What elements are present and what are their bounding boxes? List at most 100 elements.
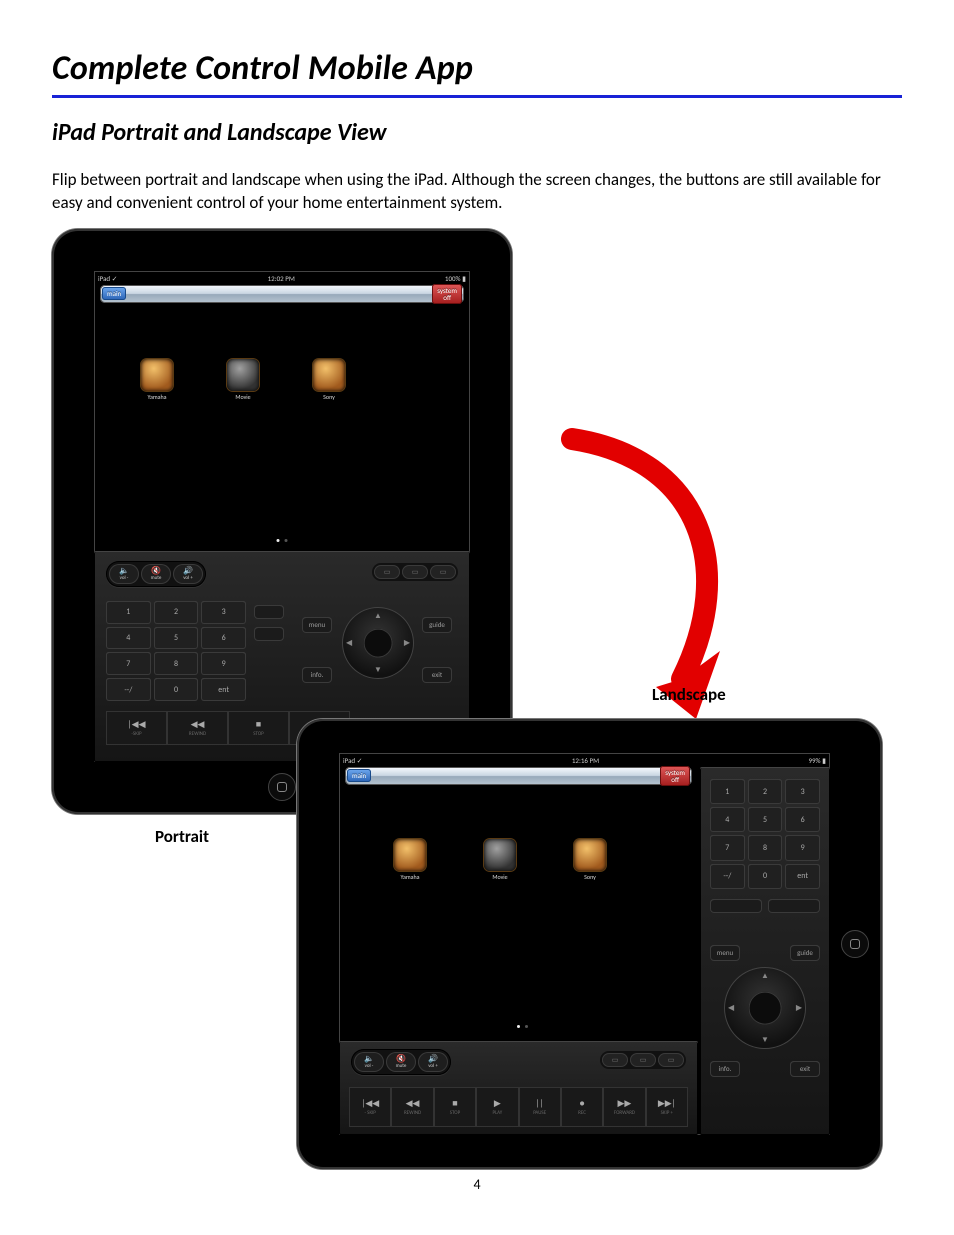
main-button[interactable]: main — [102, 287, 126, 300]
key-8[interactable]: 8 — [748, 835, 783, 860]
volume-group: 🔈 vol - 🔇 mute 🔊 vol + — [106, 561, 206, 587]
key-4[interactable]: 4 — [710, 807, 745, 832]
play-button[interactable]: ▶ PLAY — [476, 1087, 518, 1127]
system-off-button[interactable]: system off — [432, 284, 462, 304]
skip-back-button[interactable]: |◀◀ - SKIP — [349, 1087, 391, 1127]
vol-up-button[interactable]: 🔊 vol + — [173, 564, 203, 584]
mute-button[interactable]: 🔇 mute — [141, 564, 171, 584]
key-3[interactable]: 3 — [785, 779, 820, 804]
dpad[interactable]: ▲ ▼ ◀ ▶ — [724, 967, 806, 1049]
flat-key-a[interactable] — [710, 899, 762, 913]
key-0[interactable]: 0 — [154, 678, 199, 701]
status-center: 12:02 PM — [268, 274, 295, 283]
device-movie[interactable]: Movie — [226, 359, 260, 401]
exit-button[interactable]: exit — [422, 667, 452, 683]
key-6[interactable]: 6 — [785, 807, 820, 832]
key-ent[interactable]: ent — [785, 864, 820, 889]
vol-down-button[interactable]: 🔈 vol - — [109, 564, 139, 584]
key-dash[interactable]: --/ — [710, 864, 745, 889]
key-5[interactable]: 5 — [748, 807, 783, 832]
skip-back-button[interactable]: |◀◀ -SKIP — [106, 711, 167, 745]
flat-key-a[interactable] — [254, 605, 284, 619]
system-off-button[interactable]: system off — [660, 766, 690, 786]
rewind-button[interactable]: ◀◀ REWIND — [167, 711, 228, 745]
key-5[interactable]: 5 — [154, 627, 199, 650]
key-1[interactable]: 1 — [710, 779, 745, 804]
stop-button[interactable]: ■ STOP — [228, 711, 289, 745]
key-dash[interactable]: --/ — [106, 678, 151, 701]
key-3[interactable]: 3 — [201, 601, 246, 624]
volume-group: 🔈 vol - 🔇 mute 🔊 vol + — [351, 1049, 451, 1075]
record-button[interactable]: ● REC — [561, 1087, 603, 1127]
aux-button-3[interactable]: ▭ — [658, 1053, 684, 1067]
volume-down-icon: 🔈 — [119, 567, 129, 575]
aux-button-2[interactable]: ▭ — [402, 565, 428, 579]
device-yamaha[interactable]: Yamaha — [140, 359, 174, 401]
page-dots — [517, 1025, 528, 1028]
key-7[interactable]: 7 — [106, 652, 151, 675]
key-2[interactable]: 2 — [748, 779, 783, 804]
device-yamaha[interactable]: Yamaha — [393, 839, 427, 881]
ipad-home-button[interactable] — [841, 930, 869, 958]
main-button[interactable]: main — [347, 769, 371, 782]
info-button[interactable]: info. — [710, 1061, 740, 1077]
aux-button-2[interactable]: ▭ — [630, 1053, 656, 1067]
status-left: iPad ✓ — [98, 274, 118, 283]
aux-button-3[interactable]: ▭ — [430, 565, 456, 579]
aux-button-1[interactable]: ▭ — [602, 1053, 628, 1067]
key-9[interactable]: 9 — [201, 652, 246, 675]
vol-label: vol + — [428, 1064, 438, 1069]
status-center: 12:16 PM — [572, 756, 599, 765]
guide-button[interactable]: guide — [790, 945, 820, 961]
dpad-right-icon: ▶ — [796, 1003, 802, 1013]
menu-button[interactable]: menu — [302, 617, 332, 633]
key-7[interactable]: 7 — [710, 835, 745, 860]
device-sony[interactable]: Sony — [312, 359, 346, 401]
menu-button[interactable]: menu — [710, 945, 740, 961]
skip-forward-icon: ▶▶| — [658, 1098, 676, 1109]
dpad[interactable]: ▲ ▼ ◀ ▶ — [342, 607, 414, 679]
transport-label: STOP — [253, 731, 263, 737]
dpad-down-icon: ▼ — [374, 665, 382, 675]
mute-button[interactable]: 🔇 mute — [386, 1052, 416, 1072]
flat-key-b[interactable] — [254, 627, 284, 641]
pause-button[interactable]: || PAUSE — [519, 1087, 561, 1127]
vol-up-button[interactable]: 🔊 vol + — [418, 1052, 448, 1072]
key-2[interactable]: 2 — [154, 601, 199, 624]
info-button[interactable]: info. — [302, 667, 332, 683]
key-ent[interactable]: ent — [201, 678, 246, 701]
key-0[interactable]: 0 — [748, 864, 783, 889]
movie-icon — [227, 359, 259, 391]
aux-button-1[interactable]: ▭ — [374, 565, 400, 579]
app-toolbar-portrait: main system off — [100, 285, 464, 303]
flat-key-b[interactable] — [768, 899, 820, 913]
transport-row: |◀◀ - SKIP ◀◀ REWIND ■ STOP ▶ — [349, 1087, 688, 1127]
device-movie[interactable]: Movie — [483, 839, 517, 881]
forward-button[interactable]: ▶▶ FORWARD — [603, 1087, 645, 1127]
guide-button[interactable]: guide — [422, 617, 452, 633]
key-1[interactable]: 1 — [106, 601, 151, 624]
portrait-caption: Portrait — [155, 826, 209, 847]
status-right: 100% ▮ — [445, 274, 466, 283]
vol-label: vol + — [183, 576, 193, 581]
section-heading: iPad Portrait and Landscape View — [52, 118, 902, 147]
transport-label: REC — [578, 1110, 586, 1116]
ipad-home-button[interactable] — [268, 773, 296, 801]
device-label: Sony — [312, 393, 346, 401]
key-6[interactable]: 6 — [201, 627, 246, 650]
device-sony[interactable]: Sony — [573, 839, 607, 881]
skip-forward-button[interactable]: ▶▶| SKIP + — [646, 1087, 688, 1127]
stop-icon: ■ — [256, 719, 261, 730]
exit-button[interactable]: exit — [790, 1061, 820, 1077]
record-icon: ● — [579, 1098, 584, 1109]
vol-down-button[interactable]: 🔈 vol - — [354, 1052, 384, 1072]
rewind-button[interactable]: ◀◀ REWIND — [391, 1087, 433, 1127]
key-9[interactable]: 9 — [785, 835, 820, 860]
aux-buttons: ▭ ▭ ▭ — [372, 563, 458, 581]
mute-icon: 🔇 — [151, 567, 161, 575]
stop-button[interactable]: ■ STOP — [434, 1087, 476, 1127]
key-8[interactable]: 8 — [154, 652, 199, 675]
title-rule — [52, 95, 902, 98]
side-panel-landscape: 1 2 3 4 5 6 7 8 9 --/ 0 ent — [700, 767, 830, 1135]
key-4[interactable]: 4 — [106, 627, 151, 650]
